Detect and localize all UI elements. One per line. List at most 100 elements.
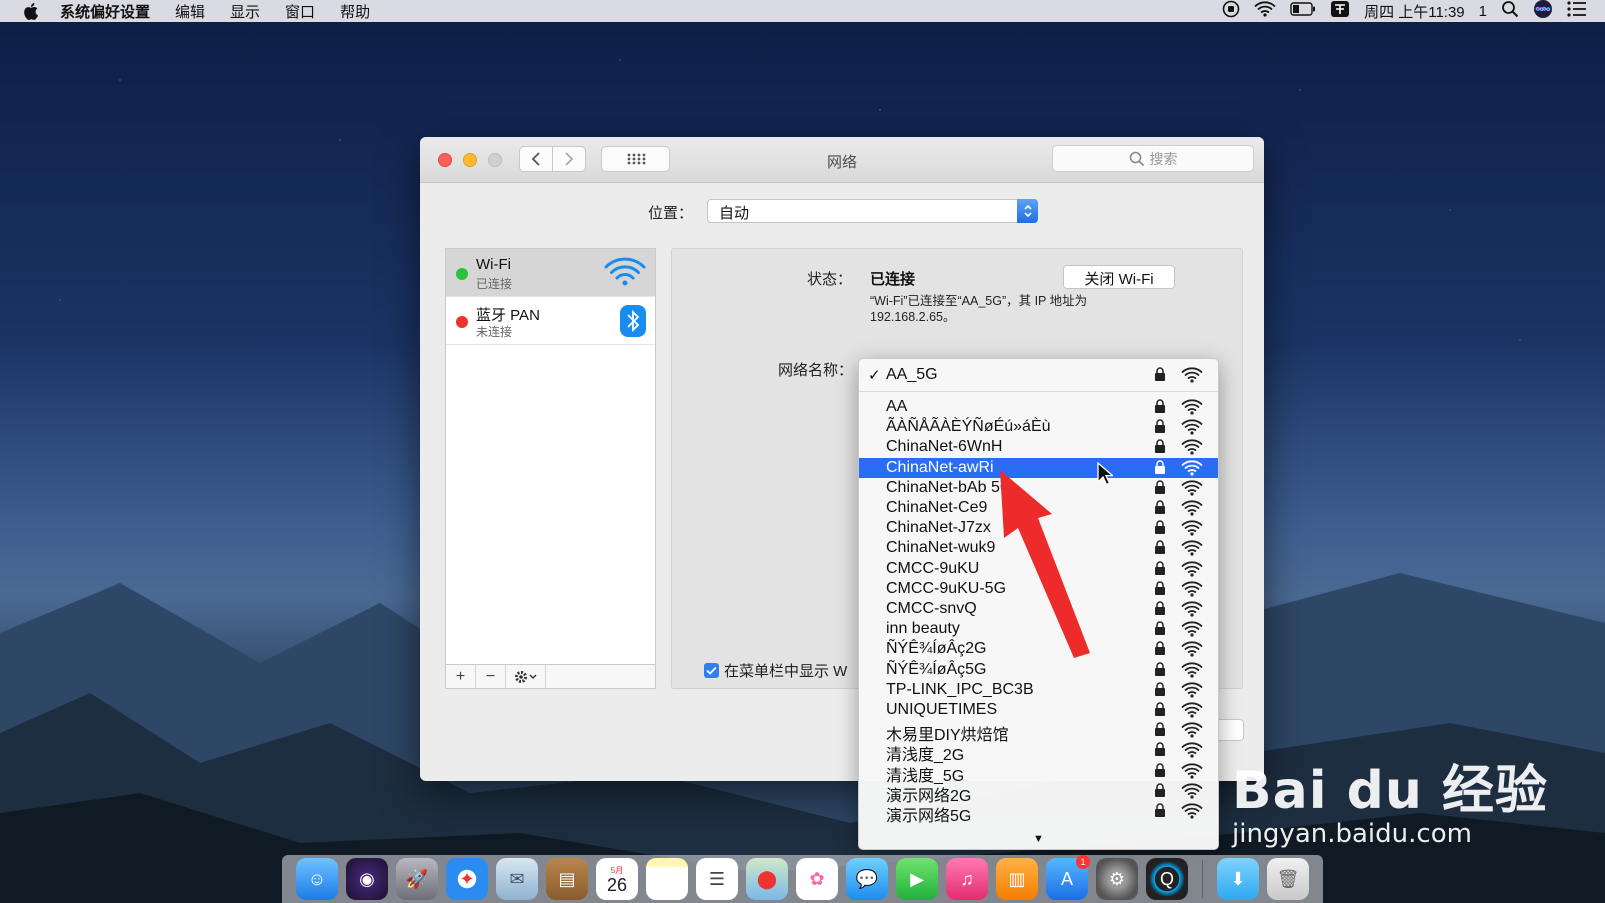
checkbox-checked-icon[interactable] (704, 663, 719, 678)
lock-icon (1154, 560, 1166, 581)
calendar-month: 5月 (610, 865, 624, 875)
service-item-bluetooth-pan[interactable]: 蓝牙 PAN 未连接 (446, 297, 655, 345)
system-preferences-icon[interactable]: ⚙ (1096, 858, 1138, 900)
network-item[interactable]: ÃÀÑÅÃÀÈÝÑøÉú»áÈù (859, 417, 1218, 437)
updown-icon (1017, 199, 1038, 223)
user-number[interactable]: 1 (1479, 3, 1487, 20)
quicktime-icon[interactable]: Q (1146, 858, 1188, 900)
clock[interactable]: 周四 上午11:39 (1364, 1, 1465, 22)
notes-icon[interactable] (646, 858, 688, 900)
network-name: AA (886, 398, 908, 415)
contacts-icon[interactable]: ▤ (546, 858, 588, 900)
network-item[interactable]: 清浅度_5G (859, 761, 1218, 785)
siri-icon[interactable] (1533, 0, 1553, 23)
books-icon[interactable]: ▥ (996, 858, 1038, 900)
network-item[interactable]: ÑÝÊ¾ÍøÂç5G (859, 660, 1218, 680)
maps-icon[interactable]: ⬤ (746, 858, 788, 900)
menu-edit[interactable]: 编辑 (175, 1, 205, 22)
lock-icon (1154, 722, 1166, 742)
watermark-url: jingyan.baidu.com (1232, 819, 1472, 849)
network-name: ÃÀÑÅÃÀÈÝÑøÉú»áÈù (886, 418, 1051, 436)
network-name: ChinaNet-Ce9 (886, 499, 988, 516)
lock-icon (1154, 520, 1166, 540)
safari-icon[interactable]: ✦ (446, 858, 488, 900)
service-status: 未连接 (476, 325, 513, 339)
network-name: 演示网络5G (886, 808, 972, 825)
network-name-label: 网络名称： (778, 362, 854, 379)
menu-app-name[interactable]: 系统偏好设置 (60, 1, 150, 22)
network-name: ChinaNet-6WnH (886, 438, 1003, 456)
spotlight-icon[interactable] (1501, 0, 1519, 22)
lock-icon (1154, 601, 1166, 621)
network-item-current[interactable]: ✓ AA_5G (859, 365, 1218, 385)
apple-icon[interactable] (20, 0, 42, 22)
input-method-icon[interactable] (1330, 0, 1350, 22)
network-item[interactable]: AA (859, 397, 1218, 417)
music-icon[interactable]: ♫ (946, 858, 988, 900)
mail-icon[interactable]: ✉ (496, 858, 538, 900)
turn-off-wifi-button[interactable]: 关闭 Wi-Fi (1063, 265, 1175, 289)
lock-icon (1154, 702, 1166, 722)
wifi-status-icon[interactable] (1254, 1, 1276, 21)
network-item[interactable]: 演示网络2G (859, 781, 1218, 805)
network-name: AA_5G (886, 366, 938, 383)
network-item[interactable]: ChinaNet-6WnH (859, 437, 1218, 457)
menu-view[interactable]: 显示 (230, 1, 260, 22)
remove-service-button[interactable]: − (476, 665, 506, 688)
show-in-menubar-label: 在菜单栏中显示 W (724, 663, 848, 680)
record-icon[interactable] (1222, 0, 1240, 22)
downloads-folder-icon[interactable]: ⬇ (1217, 858, 1259, 900)
location-select[interactable]: 自动 (707, 199, 1038, 223)
add-service-button[interactable]: + (446, 665, 476, 688)
wifi-signal-icon (1181, 367, 1203, 388)
messages-icon[interactable]: 💬 (846, 858, 888, 900)
lock-icon (1154, 540, 1166, 560)
reminders-icon[interactable]: ☰ (696, 858, 738, 900)
network-name: TP-LINK_IPC_BC3B (886, 680, 1034, 698)
lock-icon (1154, 661, 1166, 682)
trash-icon[interactable]: 🗑 (1267, 858, 1309, 900)
facetime-icon[interactable]: ▶ (896, 858, 938, 900)
gear-icon (514, 670, 536, 683)
show-in-menubar-option[interactable]: 在菜单栏中显示 W (704, 660, 847, 681)
photos-icon[interactable]: ✿ (796, 858, 838, 900)
dock-separator (1202, 860, 1203, 898)
battery-icon[interactable] (1290, 2, 1316, 20)
network-item[interactable]: 木易里DIY烘焙馆 (859, 720, 1218, 744)
service-name: 蓝牙 PAN (476, 307, 540, 324)
menu-bar: 系统偏好设置 编辑 显示 窗口 帮助 周四 上午11:39 1 (0, 0, 1605, 22)
status-description: “Wi-Fi”已连接至“AA_5G”，其 IP 地址为 192.168.2.65… (870, 294, 1088, 324)
service-status: 已连接 (476, 277, 513, 291)
lock-icon (1154, 480, 1166, 500)
status-dot-disconnected (456, 316, 468, 328)
location-label: 位置： (648, 205, 694, 222)
status-dot-connected (456, 268, 468, 280)
lock-icon (1154, 419, 1166, 439)
network-item[interactable]: 清浅度_2G (859, 740, 1218, 764)
network-name: CMCC-snvQ (886, 600, 977, 617)
wifi-icon (604, 257, 646, 292)
launchpad-icon[interactable]: 🚀 (396, 858, 438, 900)
app-store-badge: 1 (1076, 855, 1090, 869)
network-name: UNIQUETIMES (886, 701, 998, 718)
lock-icon (1154, 641, 1166, 661)
service-item-wifi[interactable]: Wi-Fi 已连接 (446, 249, 655, 297)
action-menu-button[interactable] (506, 665, 546, 688)
title-bar: 网络 搜索 (420, 137, 1264, 183)
menu-help[interactable]: 帮助 (340, 1, 370, 22)
network-item[interactable]: UNIQUETIMES (859, 700, 1218, 720)
bluetooth-icon (620, 305, 646, 342)
app-store-icon[interactable]: A 1 (1046, 855, 1090, 900)
notification-center-icon[interactable] (1567, 1, 1587, 21)
scroll-down-arrow-icon[interactable]: ▼ (859, 833, 1218, 845)
network-item[interactable]: 演示网络5G (859, 801, 1218, 825)
finder-icon[interactable]: ☺ (296, 858, 338, 900)
calendar-icon[interactable]: 5月 26 (596, 858, 638, 900)
calendar-day: 26 (606, 874, 628, 895)
watermark-brand: Bai du 经验 (1232, 761, 1548, 821)
search-field[interactable]: 搜索 (1052, 145, 1254, 172)
network-item[interactable]: TP-LINK_IPC_BC3B (859, 680, 1218, 700)
menu-window[interactable]: 窗口 (285, 1, 315, 22)
lock-icon (1154, 621, 1166, 641)
siri-app-icon[interactable]: ◉ (346, 858, 388, 900)
